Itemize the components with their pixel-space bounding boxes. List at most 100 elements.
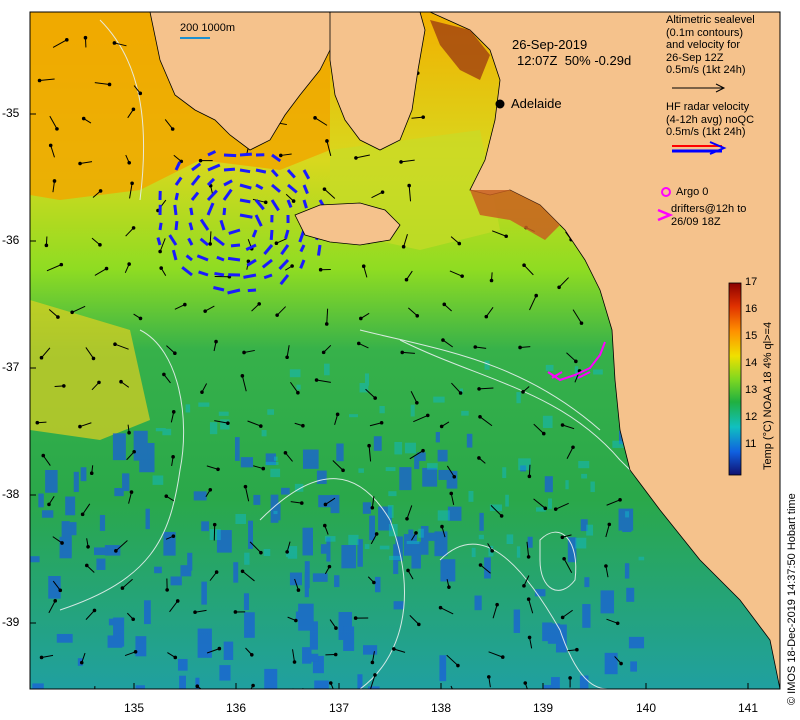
cold-sst-patch: [112, 433, 126, 461]
velocity-arrowhead: [487, 675, 491, 679]
cold-sst-patch: [604, 652, 618, 675]
velocity-arrowhead: [575, 647, 579, 652]
cold-sst-patch: [399, 467, 412, 491]
velocity-arrowhead: [568, 676, 572, 680]
velocity-arrowhead: [78, 424, 82, 429]
velocity-arrowhead: [91, 356, 96, 361]
cool-sst-patch: [394, 441, 403, 455]
cold-sst-patch: [374, 576, 381, 593]
y-tick-label: -36: [2, 233, 20, 247]
velocity-arrowhead: [296, 588, 301, 592]
cold-sst-patch: [362, 502, 371, 514]
velocity-arrowhead: [58, 588, 63, 593]
velocity-arrowhead: [243, 484, 248, 489]
velocity-arrowhead: [322, 187, 327, 191]
velocity-arrowhead: [80, 512, 85, 517]
cool-sst-patch: [418, 528, 424, 538]
cool-sst-patch: [404, 442, 416, 454]
velocity-arrowhead: [392, 647, 396, 651]
cold-sst-patch: [435, 431, 440, 443]
velocity-arrowhead: [131, 617, 135, 622]
velocity-arrowhead: [259, 424, 263, 428]
velocity-arrowhead: [406, 568, 410, 573]
cool-sst-patch: [625, 511, 630, 518]
cool-sst-patch: [410, 404, 415, 417]
radar-vector: [174, 192, 179, 201]
cold-sst-patch: [308, 653, 319, 662]
radar-vector: [239, 168, 251, 174]
cool-sst-patch: [516, 546, 521, 558]
cool-sst-patch: [578, 461, 590, 469]
velocity-arrowhead: [322, 523, 327, 528]
y-tick-label: -35: [2, 106, 20, 120]
velocity-arrowhead: [119, 379, 123, 384]
velocity-arrowhead: [212, 522, 217, 527]
cool-sst-patch: [387, 505, 394, 518]
cool-sst-patch: [235, 514, 246, 524]
y-tick-label: -39: [2, 615, 20, 629]
radar-vector: [214, 271, 225, 277]
velocity-arrowhead: [175, 599, 180, 603]
cool-sst-patch: [516, 392, 521, 404]
velocity-arrowhead: [93, 698, 96, 701]
cool-sst-patch: [270, 468, 281, 478]
velocity-arrowhead: [374, 532, 379, 536]
cold-sst-patch: [234, 437, 240, 461]
velocity-arrowhead: [78, 161, 82, 166]
radar-vector: [269, 229, 274, 241]
cold-sst-patch: [177, 658, 188, 671]
velocity-arrowhead: [405, 516, 409, 521]
cold-sst-patch: [438, 469, 451, 480]
velocity-arrowhead: [560, 423, 565, 427]
velocity-arrowhead: [290, 264, 294, 268]
cold-sst-patch: [316, 470, 327, 484]
cold-sst-patch: [41, 510, 54, 518]
credit-label: © IMOS 18-Dec-2019 14:37:50 Hobart time: [786, 493, 798, 705]
velocity-arrowhead: [456, 663, 460, 668]
cold-sst-patch: [193, 491, 207, 501]
velocity-arrowhead: [173, 655, 178, 660]
velocity-arrowhead: [97, 380, 101, 385]
velocity-arrowhead: [104, 266, 109, 271]
velocity-arrowhead: [458, 391, 463, 395]
velocity-arrowhead: [404, 277, 409, 282]
velocity-arrow: [603, 692, 606, 707]
velocity-arrowhead: [164, 494, 169, 499]
velocity-arrowhead: [449, 491, 454, 496]
velocity-arrowhead: [452, 474, 457, 479]
velocity-arrowhead: [98, 189, 103, 193]
velocity-arrowhead: [372, 580, 376, 585]
cool-sst-patch: [502, 467, 507, 479]
cool-sst-patch: [198, 402, 210, 407]
velocity-arrowhead: [361, 264, 366, 268]
velocity-arrowhead: [353, 616, 358, 620]
velocity-arrowhead: [328, 681, 333, 685]
velocity-arrowhead: [490, 549, 494, 553]
velocity-arrowhead: [274, 241, 279, 246]
velocity-arrowhead: [477, 456, 481, 460]
cold-sst-patch: [367, 686, 380, 689]
velocity-arrowhead: [324, 322, 329, 326]
cold-sst-patch: [244, 612, 255, 638]
drifter-legend: drifters@12h to 26/09 18Z: [671, 203, 747, 228]
x-tick-label: 137: [329, 701, 350, 715]
cold-sst-patch: [600, 590, 615, 614]
velocity-arrowhead: [527, 474, 532, 479]
velocity-arrowhead: [417, 622, 421, 627]
cold-sst-patch: [45, 470, 58, 493]
cold-sst-patch: [330, 494, 340, 514]
velocity-arrowhead: [527, 635, 532, 640]
date-label: 26-Sep-2019: [512, 37, 588, 52]
cold-sst-patch: [422, 532, 437, 541]
cold-sst-patch: [336, 443, 344, 462]
velocity-arrowhead: [325, 139, 329, 143]
velocity-arrowhead: [370, 505, 375, 510]
colorbar-tick: 11: [745, 438, 757, 450]
velocity-arrowhead: [460, 274, 464, 278]
velocity-arrowhead: [283, 451, 288, 455]
velocity-arrowhead: [553, 507, 558, 511]
cold-sst-patch: [94, 547, 108, 556]
cold-sst-patch: [219, 665, 231, 681]
cold-sst-patch: [513, 609, 521, 633]
radar-vector: [156, 237, 162, 246]
